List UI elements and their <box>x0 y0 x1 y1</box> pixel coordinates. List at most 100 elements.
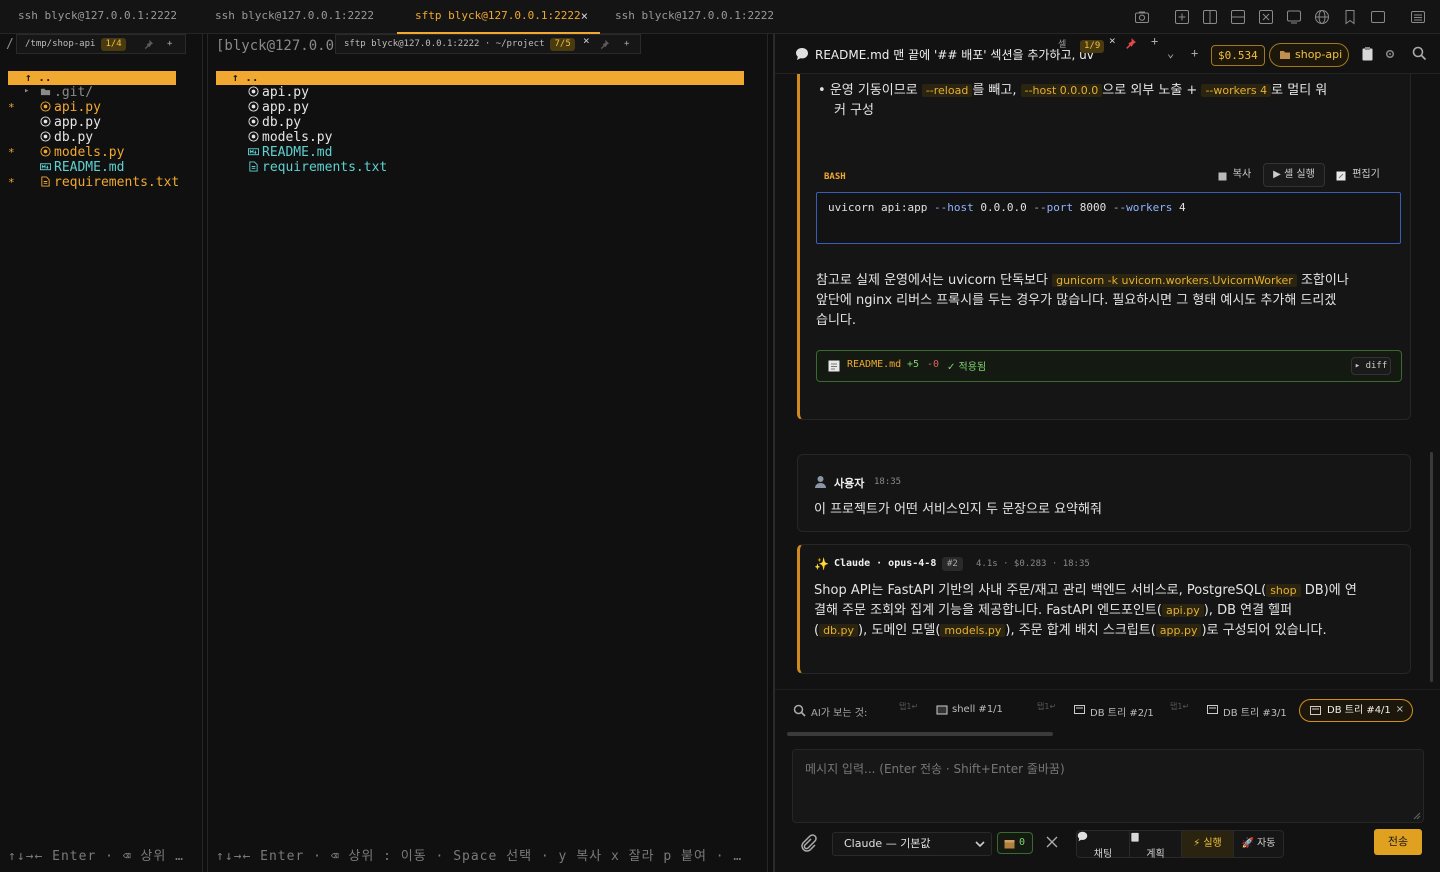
inline-text: 를 빼고, <box>972 83 1021 98</box>
diff-removed: -0 <box>927 359 940 370</box>
close-cell-icon[interactable]: × <box>1109 34 1116 47</box>
diff-button[interactable]: ▸ diff <box>1351 357 1391 375</box>
message-meta: 4.1s · $0.283 · 18:35 <box>976 559 1090 569</box>
context-scrollbar[interactable] <box>787 732 1053 736</box>
expand-arrow-icon[interactable]: ▸ <box>24 84 29 99</box>
mode-button[interactable]: ⚡ 실행 <box>1181 831 1233 857</box>
file-row[interactable]: db.py <box>248 115 301 130</box>
inline-code: models.py <box>940 624 1006 637</box>
file-row[interactable]: * models.py <box>8 145 188 160</box>
file-row[interactable]: models.py <box>248 130 332 145</box>
context-chip[interactable]: shell #1/1 <box>936 704 1003 715</box>
file-row[interactable]: api.py <box>248 85 309 100</box>
pin-icon[interactable] <box>599 39 610 50</box>
context-chip[interactable]: DB 트리 #2/1 <box>1074 704 1154 719</box>
db-icon <box>1074 705 1085 714</box>
model-select[interactable]: Claude — 기본값 <box>832 832 992 856</box>
bookmark-icon[interactable] <box>1342 9 1358 25</box>
send-button[interactable]: 전송 <box>1374 829 1422 855</box>
file-row[interactable]: README.md <box>248 145 332 160</box>
close-tab-icon[interactable]: × <box>581 0 588 32</box>
context-chip[interactable]: DB 트리 #3/1 <box>1207 704 1287 719</box>
add-subtab-button[interactable]: + <box>624 35 629 53</box>
split-vertical-icon[interactable] <box>1202 9 1218 25</box>
split-horizontal-icon[interactable] <box>1230 9 1246 25</box>
copy-button[interactable]: 복사 <box>1216 164 1256 188</box>
file-row[interactable]: app.py <box>248 100 309 115</box>
gear-icon[interactable] <box>1385 49 1395 59</box>
add-tab-button[interactable]: + <box>167 35 172 53</box>
sparkle-icon: ✨ <box>814 557 829 571</box>
chevron-down-icon[interactable]: ⌄ <box>1167 46 1174 60</box>
up-dir-row[interactable] <box>216 71 744 85</box>
shell-prompt: [blyck@127.0.0. <box>216 38 343 54</box>
mode-switch: 채팅계획 ⚡ 실행 🚀 자동 <box>1076 830 1284 860</box>
command-token: 0.0.0.0 <box>973 201 1034 214</box>
note-paragraph-line2: 앞단에 nginx 리버스 프록시를 두는 경우가 많습니다. 필요하시면 그 … <box>816 293 1337 308</box>
file-row[interactable]: * api.py <box>8 100 188 115</box>
tools-icon[interactable] <box>1045 835 1059 849</box>
file-row[interactable]: ▸ .git/ <box>8 85 188 100</box>
command-token: 4 <box>1172 201 1186 214</box>
pin-icon[interactable] <box>1124 37 1137 50</box>
tab-ssh-1[interactable]: ssh blyck@127.0.0.1:2222 <box>0 0 200 34</box>
close-icon[interactable]: × <box>1396 699 1404 720</box>
file-name: requirements.txt <box>262 160 388 175</box>
file-row[interactable]: db.py <box>8 130 188 145</box>
code-content[interactable]: uvicorn api:app --host 0.0.0.0 --port 80… <box>816 192 1401 244</box>
command-token: --host <box>933 201 974 214</box>
chat-scroll-area[interactable]: • 운영 기동이므로 --reload 를 빼고, --host 0.0.0.0 으… <box>775 74 1440 689</box>
file-row[interactable]: * requirements.txt <box>8 175 188 190</box>
bullet-text-cont: 커 구성 <box>834 103 875 118</box>
project-selector[interactable]: shop-api <box>1269 43 1349 67</box>
globe-icon[interactable] <box>1314 9 1330 25</box>
camera-icon[interactable] <box>1134 9 1150 25</box>
mode-label: 계획 <box>1146 849 1165 860</box>
file-row[interactable]: app.py <box>8 115 188 130</box>
note-paragraph-line3: 습니다. <box>816 313 857 328</box>
package-badge[interactable]: 0 <box>997 832 1033 854</box>
context-chip-active[interactable]: DB 트리 #4/1 × <box>1299 699 1413 722</box>
diff-status: ✓ 적용됨 <box>947 362 987 373</box>
resize-handle-icon[interactable] <box>1413 812 1421 820</box>
tab-ssh-2[interactable]: ssh blyck@127.0.0.1:2222 <box>197 0 397 34</box>
sftp-subtab[interactable]: sftp blyck@127.0.0.1:2222 · ~/project 7/5… <box>335 34 641 54</box>
message-input[interactable]: 메시지 입력... (Enter 전송 · Shift+Enter 줄바꿈) <box>792 749 1424 823</box>
new-chat-button[interactable]: + <box>1191 46 1198 60</box>
code-lang-label: BASH <box>824 172 846 182</box>
ai-code: api.py <box>1161 604 1204 617</box>
diff-file: README.md <box>847 359 902 370</box>
file-row[interactable]: requirements.txt <box>248 160 387 175</box>
new-tab-icon[interactable] <box>1174 9 1190 25</box>
note-text: 조합이나 <box>1296 273 1349 288</box>
file-row[interactable]: README.md <box>8 160 188 175</box>
close-subtab-icon[interactable]: × <box>583 32 590 50</box>
tab-sftp-active[interactable]: sftp blyck@127.0.0.1:2222 × <box>397 0 600 34</box>
mode-button[interactable]: 채팅 <box>1077 831 1129 860</box>
inline-text: 운영 기동이므로 <box>829 83 922 98</box>
search-icon[interactable] <box>1412 46 1427 61</box>
context-chip-label: DB 트리 #2/1 <box>1090 708 1154 719</box>
tab-ssh-4[interactable]: ssh blyck@127.0.0.1:2222 <box>597 0 797 34</box>
path-tab[interactable]: /tmp/shop-api 1/4 + <box>16 34 186 54</box>
mode-button[interactable]: 계획 <box>1129 831 1181 860</box>
clipboard-icon[interactable] <box>1361 46 1374 61</box>
add-cell-button[interactable]: + <box>1151 34 1158 48</box>
monitor-icon[interactable] <box>1286 9 1302 25</box>
tab-bar: ssh blyck@127.0.0.1:2222 ssh blyck@127.0… <box>0 0 1440 34</box>
inline-code: --reload <box>921 84 973 97</box>
close-pane-icon[interactable] <box>1258 9 1274 25</box>
context-chip-label: DB 트리 #3/1 <box>1223 708 1287 719</box>
attach-icon[interactable] <box>799 834 817 852</box>
inline-text: )로 구성되어 있습니다. <box>1201 623 1327 638</box>
run-shell-button[interactable]: ▶ 셸 실행 <box>1263 163 1325 187</box>
menu-icon[interactable] <box>1410 9 1426 25</box>
pin-icon[interactable] <box>143 39 154 50</box>
mode-button[interactable]: 🚀 자동 <box>1233 831 1283 857</box>
chat-scrollbar[interactable] <box>1430 452 1433 682</box>
window-icon[interactable] <box>1370 9 1386 25</box>
ai-text-line3: (db.py), 도메인 모델(models.py), 주문 합계 배치 스크립… <box>814 621 1327 641</box>
editor-button[interactable]: 편집기 <box>1334 164 1386 188</box>
file-name: db.py <box>40 130 93 145</box>
chat-header: README.md 맨 끝에 '## 배포' 섹션을 추가하고, uvicorn… <box>775 34 1440 74</box>
